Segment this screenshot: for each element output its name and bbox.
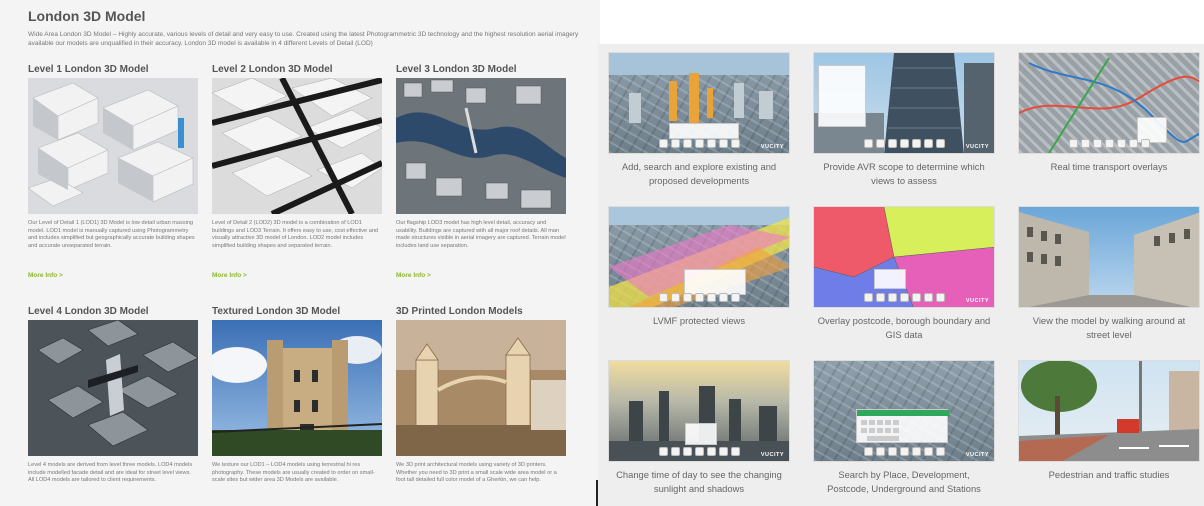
vucity-logo: VUCITY bbox=[965, 298, 989, 304]
time-of-day-screenshot: VUCITY bbox=[608, 360, 790, 462]
pedestrian-traffic-screenshot bbox=[1018, 360, 1200, 462]
level-3-model-image bbox=[396, 78, 566, 214]
vucity-toolbar[interactable] bbox=[1069, 139, 1151, 149]
textured-model-image bbox=[212, 320, 382, 456]
feature-tile[interactable]: Real time transport overlays bbox=[1018, 52, 1200, 174]
search-dialog[interactable] bbox=[669, 123, 739, 139]
feature-tile[interactable]: LVMF protected views bbox=[608, 206, 790, 328]
feature-caption: Change time of day to see the changing s… bbox=[616, 469, 782, 494]
vucity-logo: VUCITY bbox=[965, 452, 989, 458]
vucity-features-panel: VUCITY Add, search and explore existing … bbox=[598, 44, 1204, 506]
page-title: London 3D Model bbox=[28, 8, 146, 24]
vucity-toolbar[interactable] bbox=[659, 447, 741, 457]
feature-caption: LVMF protected views bbox=[652, 315, 746, 326]
more-info-link[interactable]: More Info > bbox=[28, 272, 198, 279]
feature-caption: Search by Place, Development, Postcode, … bbox=[827, 469, 981, 494]
feature-tile[interactable]: View the model by walking around at stre… bbox=[1018, 206, 1200, 342]
search-place-screenshot: VUCITY bbox=[813, 360, 995, 462]
3d-printed-model-image bbox=[396, 320, 566, 456]
card-title: Level 1 London 3D Model bbox=[28, 64, 149, 75]
feature-caption: Real time transport overlays bbox=[1050, 161, 1168, 172]
card-title: 3D Printed London Models bbox=[396, 306, 523, 317]
avr-scope-screenshot: VUCITY bbox=[813, 52, 995, 154]
card-title: Level 3 London 3D Model bbox=[396, 64, 517, 75]
card-level-4: Level 4 London 3D Model Level 4 models a… bbox=[28, 306, 198, 506]
level-2-model-image bbox=[212, 78, 382, 214]
vucity-toolbar[interactable] bbox=[864, 293, 946, 303]
feature-tile[interactable]: VUCITY Overlay postcode, borough boundar… bbox=[813, 206, 995, 342]
london-3d-model-panel: London 3D Model Wide Area London 3D Mode… bbox=[0, 0, 600, 506]
card-description: Level of Detail 2 (LOD2) 3D model is a c… bbox=[212, 220, 379, 249]
time-dial-panel[interactable] bbox=[685, 423, 717, 445]
card-3d-printed: 3D Printed London Models We 3D print arc… bbox=[396, 306, 566, 506]
views-dialog[interactable] bbox=[684, 269, 746, 295]
feature-caption: Add, search and explore existing and pro… bbox=[621, 161, 777, 186]
vucity-toolbar[interactable] bbox=[864, 447, 946, 457]
card-title: Level 2 London 3D Model bbox=[212, 64, 333, 75]
vucity-logo: VUCITY bbox=[965, 144, 989, 150]
feature-caption: Overlay postcode, borough boundary and G… bbox=[817, 315, 991, 340]
more-info-link[interactable]: More Info > bbox=[212, 272, 382, 279]
card-description: Our flagship LOD3 model has high level d… bbox=[396, 220, 566, 249]
feature-caption: View the model by walking around at stre… bbox=[1032, 315, 1186, 340]
feature-caption: Provide AVR scope to determine which vie… bbox=[823, 161, 985, 186]
vucity-toolbar[interactable] bbox=[659, 293, 741, 303]
card-description: Level 4 models are derived from level th… bbox=[28, 462, 193, 484]
card-textured: Textured London 3D Model We texture our … bbox=[212, 306, 382, 506]
developments-screenshot: VUCITY bbox=[608, 52, 790, 154]
layers-panel[interactable] bbox=[874, 269, 906, 289]
intro-text: Wide Area London 3D Model – Highly accur… bbox=[28, 31, 579, 47]
vucity-toolbar[interactable] bbox=[864, 139, 946, 149]
level-4-model-image bbox=[28, 320, 198, 456]
transport-overlay-screenshot bbox=[1018, 52, 1200, 154]
card-description: We texture our LOD1 – LOD4 models using … bbox=[212, 462, 375, 484]
card-description: Our Level of Detail 1 (LOD1) 3D Model is… bbox=[28, 220, 195, 249]
feature-caption: Pedestrian and traffic studies bbox=[1048, 469, 1170, 480]
more-info-link[interactable]: More Info > bbox=[396, 272, 566, 279]
keyboard-search-dialog[interactable] bbox=[856, 409, 949, 443]
gis-overlay-screenshot: VUCITY bbox=[813, 206, 995, 308]
feature-tile[interactable]: VUCITY Add, search and explore existing … bbox=[608, 52, 790, 188]
card-title: Level 4 London 3D Model bbox=[28, 306, 149, 317]
vucity-toolbar[interactable] bbox=[659, 139, 741, 149]
feature-tile[interactable]: Pedestrian and traffic studies bbox=[1018, 360, 1200, 482]
feature-tile[interactable]: VUCITY Search by Place, Development, Pos… bbox=[813, 360, 995, 496]
settings-panel[interactable] bbox=[818, 65, 866, 127]
street-level-screenshot bbox=[1018, 206, 1200, 308]
vucity-logo: VUCITY bbox=[760, 144, 784, 150]
feature-tile[interactable]: VUCITY Provide AVR scope to determine wh… bbox=[813, 52, 995, 188]
card-description: We 3D print architectural models using v… bbox=[396, 462, 557, 484]
card-level-3: Level 3 London 3D Model Our flagship LOD… bbox=[396, 64, 566, 279]
card-level-2: Level 2 London 3D Model Level of Detail … bbox=[212, 64, 382, 279]
feature-tile[interactable]: VUCITY Change time of day to see the cha… bbox=[608, 360, 790, 496]
vucity-logo: VUCITY bbox=[760, 452, 784, 458]
level-1-model-image bbox=[28, 78, 198, 214]
card-level-1: Level 1 London 3D Model Our Level of Det… bbox=[28, 64, 198, 279]
lvmf-views-screenshot bbox=[608, 206, 790, 308]
card-title: Textured London 3D Model bbox=[212, 306, 341, 317]
